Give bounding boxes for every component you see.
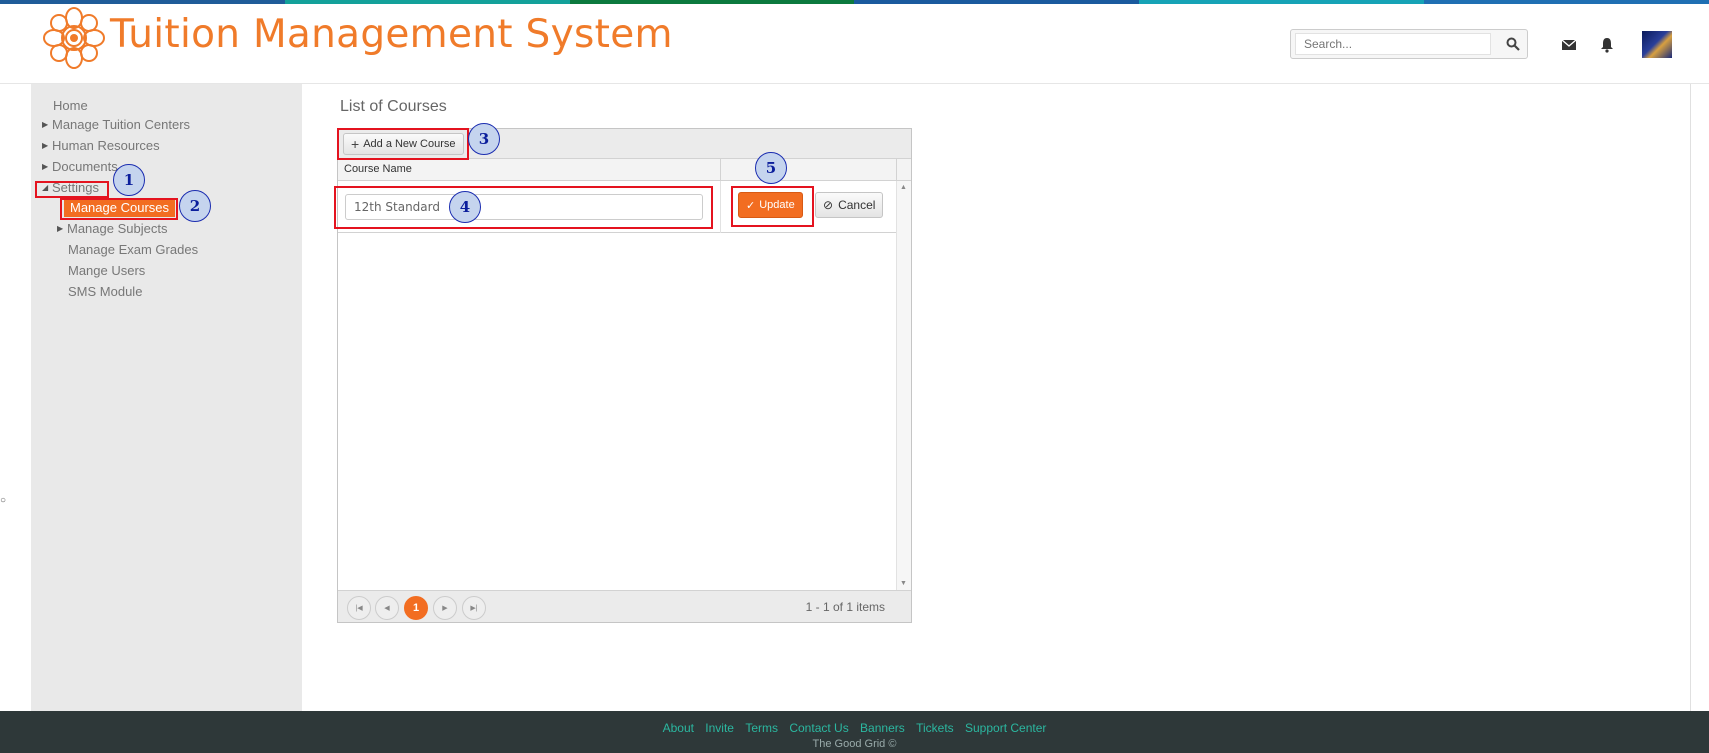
caret-down-icon: ◢	[42, 183, 49, 192]
sidebar: Home ▶ Manage Tuition Centers ▶ Human Re…	[31, 84, 302, 711]
cancel-label: Cancel	[838, 198, 876, 212]
cancel-icon: ⊘	[823, 198, 834, 212]
sidebar-item-mange-users[interactable]: Mange Users	[68, 263, 145, 278]
first-page-icon[interactable]: |◀	[347, 596, 371, 620]
table-row-edit: ✓ Update ⊘ Cancel	[338, 181, 896, 233]
scroll-down-icon[interactable]: ▼	[900, 580, 907, 587]
course-name-input[interactable]	[345, 194, 703, 220]
footer-link-support-center[interactable]: Support Center	[965, 721, 1046, 735]
add-course-button[interactable]: + Add a New Course	[343, 133, 464, 155]
caret-right-icon: ▶	[42, 120, 49, 129]
sidebar-item-manage-courses[interactable]: Manage Courses	[64, 198, 175, 217]
callout-5: 5	[755, 152, 787, 184]
footer: About Invite Terms Contact Us Banners Ti…	[0, 711, 1709, 753]
sidebar-item-label: Manage Tuition Centers	[52, 117, 191, 132]
sidebar-item-documents[interactable]: ▶ Documents	[42, 159, 118, 174]
prev-page-icon[interactable]: ◀	[375, 596, 399, 620]
sidebar-item-label: Mange Users	[68, 263, 146, 278]
column-divider	[720, 181, 721, 233]
sidebar-item-label: Documents	[52, 159, 118, 174]
grid-scrollbar[interactable]: ▲ ▼	[896, 181, 911, 590]
avatar[interactable]	[1642, 31, 1672, 58]
search-input[interactable]	[1295, 33, 1491, 55]
search-box	[1290, 29, 1528, 59]
footer-link-banners[interactable]: Banners	[860, 721, 905, 735]
courses-grid: + Add a New Course Course Name ✓ Update …	[337, 128, 912, 623]
footer-copyright: The Good Grid ©	[812, 738, 897, 750]
last-page-icon[interactable]: ▶|	[462, 596, 486, 620]
add-course-label: Add a New Course	[363, 138, 456, 150]
sidebar-item-label: Manage Courses	[70, 200, 169, 215]
caret-right-icon: ▶	[57, 224, 64, 233]
grid-toolbar: + Add a New Course	[338, 129, 911, 159]
callout-3: 3	[468, 123, 500, 155]
plus-icon: +	[351, 136, 360, 152]
callout-4: 4	[449, 191, 481, 223]
column-header-course-name[interactable]: Course Name	[344, 163, 412, 175]
sidebar-item-label: Manage Exam Grades	[68, 242, 199, 257]
mail-icon[interactable]	[1560, 36, 1578, 54]
footer-link-tickets[interactable]: Tickets	[916, 721, 954, 735]
sidebar-item-manage-exam-grades[interactable]: Manage Exam Grades	[68, 242, 198, 257]
page-title: List of Courses	[340, 98, 447, 115]
sidebar-item-label: Home	[53, 98, 88, 113]
footer-links: About Invite Terms Contact Us Banners Ti…	[0, 721, 1709, 735]
sidebar-item-settings[interactable]: ◢ Settings	[42, 180, 99, 195]
footer-link-about[interactable]: About	[663, 721, 694, 735]
callout-1: 1	[113, 164, 145, 196]
app-title: Tuition Management System	[110, 12, 673, 57]
callout-2: 2	[179, 190, 211, 222]
right-scroll-edge	[1690, 84, 1691, 711]
caret-right-icon: ▶	[42, 162, 49, 171]
column-divider	[896, 159, 897, 181]
sidebar-item-manage-tuition-centers[interactable]: ▶ Manage Tuition Centers	[42, 117, 190, 132]
caret-right-icon: ▶	[42, 141, 49, 150]
footer-link-invite[interactable]: Invite	[705, 721, 734, 735]
search-icon[interactable]	[1505, 36, 1521, 52]
grid-header: Course Name	[338, 159, 911, 181]
next-page-icon[interactable]: ▶	[433, 596, 457, 620]
sidebar-item-label: SMS Module	[68, 284, 143, 299]
footer-link-terms[interactable]: Terms	[745, 721, 778, 735]
page-button-current[interactable]: 1	[404, 596, 428, 620]
scroll-up-icon[interactable]: ▲	[900, 184, 907, 191]
sidebar-item-home[interactable]: Home	[53, 98, 88, 113]
sidebar-item-label: Manage Subjects	[67, 221, 168, 236]
sidebar-item-human-resources[interactable]: ▶ Human Resources	[42, 138, 160, 153]
update-button[interactable]: ✓ Update	[738, 192, 803, 218]
pager-info: 1 - 1 of 1 items	[805, 600, 885, 614]
grid-pager: |◀ ◀ 1 ▶ ▶| 1 - 1 of 1 items	[338, 590, 911, 622]
update-label: Update	[759, 199, 795, 211]
sidebar-item-sms-module[interactable]: SMS Module	[68, 284, 142, 299]
cancel-button[interactable]: ⊘ Cancel	[815, 192, 884, 218]
sidebar-item-manage-subjects[interactable]: ▶ Manage Subjects	[57, 221, 167, 236]
sidebar-item-label: Human Resources	[52, 138, 160, 153]
column-divider	[720, 159, 721, 181]
header: Tuition Management System	[0, 4, 1709, 84]
logo-icon[interactable]	[42, 6, 106, 70]
stray-glyph: ○	[0, 495, 7, 506]
bell-icon[interactable]	[1598, 36, 1616, 54]
check-icon: ✓	[746, 199, 756, 212]
sidebar-item-label: Settings	[52, 180, 99, 195]
footer-link-contact-us[interactable]: Contact Us	[789, 721, 848, 735]
